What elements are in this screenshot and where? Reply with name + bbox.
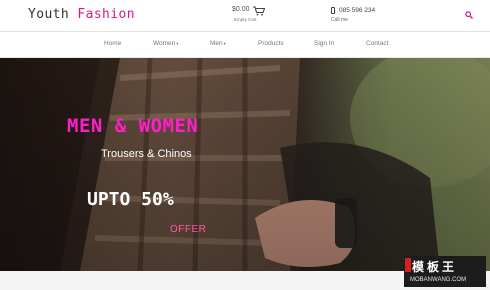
phone-icon: [331, 7, 335, 14]
cart-widget[interactable]: $0.00 Empty Cart: [232, 6, 292, 26]
watermark-mark: [405, 258, 411, 272]
phone-number: 085 596 234: [339, 7, 376, 14]
nav-men-label: Men: [210, 40, 223, 47]
contact-phone: 085 596 234 Call me: [330, 6, 400, 26]
watermark-cn: 模板王: [412, 260, 458, 274]
top-header: Youth Fashion $0.00 Empty Cart 085 596 2…: [0, 0, 490, 31]
hero-subtitle: Trousers & Chinos: [101, 148, 192, 160]
hero-banner: MEN & WOMEN Trousers & Chinos UPTO 50% O…: [0, 58, 490, 271]
site-logo[interactable]: Youth Fashion: [28, 7, 135, 22]
chevron-down-icon: ▾: [176, 41, 179, 46]
cart-icon[interactable]: [253, 6, 265, 16]
nav-products[interactable]: Products: [258, 40, 284, 47]
nav-women-label: Women: [153, 40, 176, 47]
search-icon[interactable]: [465, 11, 473, 19]
nav-sign-in[interactable]: Sign In: [314, 40, 334, 47]
watermark-logo: 模板王 MOBANWANG.COM: [404, 256, 486, 287]
cart-label: Empty Cart: [234, 17, 257, 22]
offer-link[interactable]: OFFER: [170, 224, 206, 235]
nav-men[interactable]: Men▾: [210, 40, 226, 47]
hero-offer: UPTO 50%: [87, 189, 174, 210]
chevron-down-icon: ▾: [223, 41, 226, 46]
watermark-en: MOBANWANG.COM: [410, 277, 467, 283]
hero-background-image: [0, 58, 490, 271]
nav-women[interactable]: Women▾: [153, 40, 179, 47]
main-nav: Home Women▾ Men▾ Products Sign In Contac…: [0, 31, 490, 58]
hero-title: MEN & WOMEN: [67, 115, 199, 137]
cart-price: $0.00: [232, 6, 250, 13]
call-label: Call me: [331, 17, 348, 23]
nav-home[interactable]: Home: [104, 40, 121, 47]
nav-contact[interactable]: Contact: [366, 40, 388, 47]
